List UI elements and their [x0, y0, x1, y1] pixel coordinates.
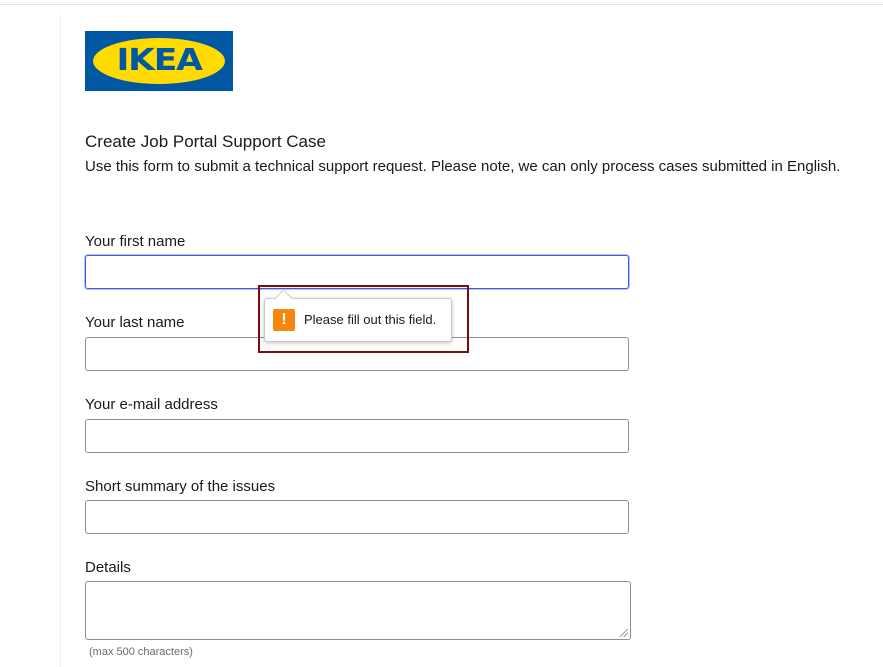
details-hint: (max 500 characters) — [89, 646, 193, 658]
last-name-input[interactable] — [85, 337, 629, 371]
validation-tooltip: ! Please fill out this field. — [264, 289, 452, 342]
summary-label: Short summary of the issues — [85, 478, 276, 495]
details-label: Details — [85, 559, 131, 576]
first-name-label: Your first name — [85, 233, 186, 250]
summary-input[interactable] — [85, 500, 629, 534]
logo-text: IKEA — [116, 43, 202, 78]
email-input[interactable] — [85, 419, 629, 453]
last-name-label: Your last name — [85, 314, 185, 331]
form-title: Create Job Portal Support Case — [85, 132, 326, 151]
top-divider — [0, 4, 883, 5]
details-textarea[interactable] — [85, 581, 631, 640]
validation-message: Please fill out this field. — [304, 312, 437, 327]
email-label: Your e-mail address — [85, 396, 218, 413]
warning-icon: ! — [273, 309, 295, 331]
ikea-logo: IKEA ® — [85, 31, 233, 91]
resize-grip-icon[interactable] — [620, 629, 628, 637]
logo-registered-mark: ® — [213, 45, 218, 51]
logo-oval: IKEA ® — [93, 38, 225, 84]
form-description: Use this form to submit a technical supp… — [85, 158, 841, 175]
first-name-input[interactable] — [85, 255, 629, 289]
